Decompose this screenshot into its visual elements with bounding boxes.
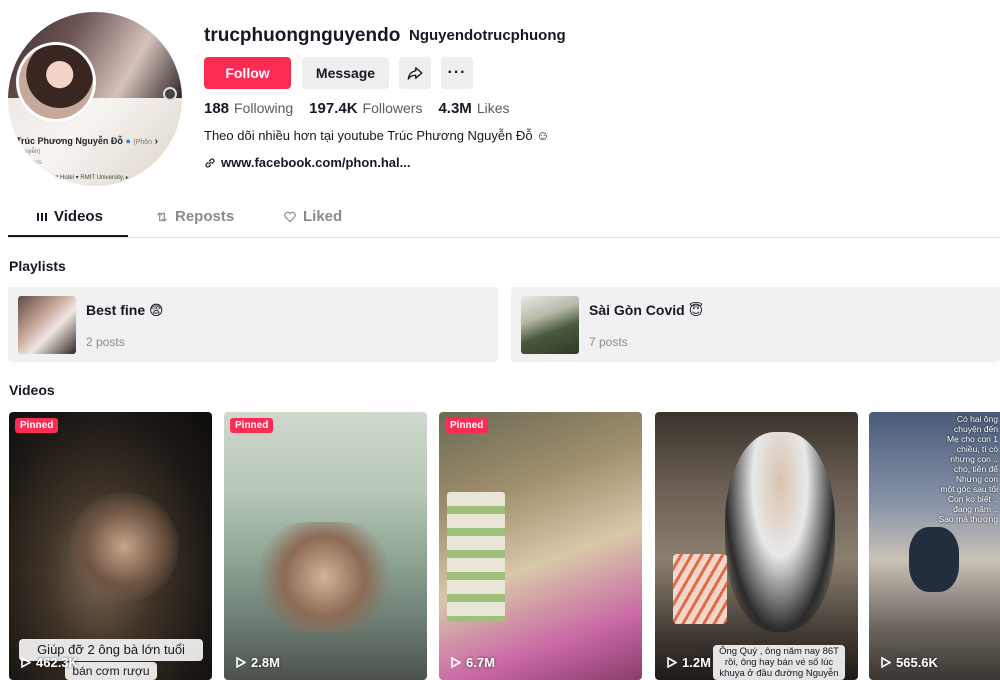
playlist-card[interactable]: Sài Gòn Covid 😇 7 posts xyxy=(511,287,1000,362)
share-icon xyxy=(407,67,423,80)
play-icon xyxy=(236,657,246,668)
pinned-badge: Pinned xyxy=(15,418,59,433)
pinned-badge: Pinned xyxy=(445,418,489,433)
video-thumbnail-person xyxy=(909,527,959,592)
playlist-title: Sài Gòn Covid 😇 xyxy=(589,302,704,318)
play-icon xyxy=(667,657,677,668)
tab-videos[interactable]: Videos xyxy=(36,208,103,225)
avatar-arc xyxy=(62,180,132,186)
follow-button[interactable]: Follow xyxy=(204,57,291,89)
video-overlay-text: Có hai ông chuyện đến Mẹ cho con 1 chiều… xyxy=(938,414,998,524)
heart-icon xyxy=(284,211,296,222)
stat-likes: 4.3M Likes xyxy=(438,100,510,117)
video-views: 6.7M xyxy=(451,655,495,670)
video-thumbnail-tickets xyxy=(673,554,727,624)
profile-avatar[interactable]: Trúc Phương Nguyễn Đỗ ● (Phôn › guyễn) F… xyxy=(8,12,182,186)
message-button[interactable]: Message xyxy=(302,57,389,89)
share-button[interactable] xyxy=(399,57,431,89)
video-thumbnail-people xyxy=(69,492,179,602)
profile-bio: Theo dõi nhiều hơn tại youtube Trúc Phươ… xyxy=(204,128,550,143)
video-card[interactable]: Pinned 2.8M xyxy=(224,412,427,680)
avatar-overlay-name: Trúc Phương Nguyễn Đỗ ● (Phôn › xyxy=(16,136,158,147)
link-icon xyxy=(205,157,215,168)
stat-following[interactable]: 188 Following xyxy=(204,100,293,117)
active-tab-indicator xyxy=(8,235,128,237)
video-card[interactable]: Pinned 6.7M xyxy=(439,412,642,680)
avatar-overlay-sub: guyễn) xyxy=(22,149,41,155)
playlists-heading: Playlists xyxy=(9,258,66,274)
video-caption: Ông Quý , ông năm nay 86T rồi, ông hay b… xyxy=(713,645,845,680)
video-views: 565.6K xyxy=(881,655,938,670)
playlist-count: 7 posts xyxy=(589,335,628,349)
video-thumbnail-person xyxy=(725,432,835,632)
video-thumbnail-lottery xyxy=(447,492,505,622)
tab-reposts[interactable]: Reposts xyxy=(155,208,234,225)
profile-username: trucphuongnguyendo xyxy=(204,25,401,46)
video-views: 1.2M xyxy=(667,655,711,670)
video-card[interactable]: Có hai ông chuyện đến Mẹ cho con 1 chiều… xyxy=(869,412,1000,680)
tab-liked[interactable]: Liked xyxy=(283,208,342,225)
avatar-overlay-friends: Friends xyxy=(22,160,43,166)
profile-stats: 188 Following 197.4K Followers 4.3M Likes xyxy=(204,100,510,117)
playlist-thumbnail xyxy=(521,296,579,354)
camera-icon xyxy=(163,87,177,101)
grid-icon xyxy=(37,212,47,221)
pinned-badge: Pinned xyxy=(230,418,274,433)
more-options-button[interactable]: ··· xyxy=(441,57,473,89)
playlist-card[interactable]: Best fine 😨 2 posts xyxy=(8,287,498,362)
play-icon xyxy=(451,657,461,668)
play-icon xyxy=(881,657,891,668)
play-icon xyxy=(21,657,31,668)
playlist-title: Best fine 😨 xyxy=(86,302,164,318)
stat-followers[interactable]: 197.4K Followers xyxy=(309,100,422,117)
video-views: 462.3K xyxy=(21,655,78,670)
playlist-count: 2 posts xyxy=(86,335,125,349)
playlist-thumbnail xyxy=(18,296,76,354)
profile-nickname: Nguyendotrucphuong xyxy=(409,27,566,44)
video-card[interactable]: Ông Quý , ông năm nay 86T rồi, ông hay b… xyxy=(655,412,858,680)
repost-icon xyxy=(156,211,168,222)
video-thumbnail-people xyxy=(254,522,394,632)
video-caption-bottom: bán cơm rượu xyxy=(65,662,157,680)
profile-tabs: Videos Reposts Liked xyxy=(8,200,1000,238)
videos-heading: Videos xyxy=(9,382,55,398)
profile-link[interactable]: www.facebook.com/phon.hal... xyxy=(204,155,410,170)
video-views: 2.8M xyxy=(236,655,280,670)
video-card[interactable]: Pinned Giúp đỡ 2 ông bà lớn tuổi bán cơm… xyxy=(9,412,212,680)
avatar-inner-photo xyxy=(16,42,96,122)
